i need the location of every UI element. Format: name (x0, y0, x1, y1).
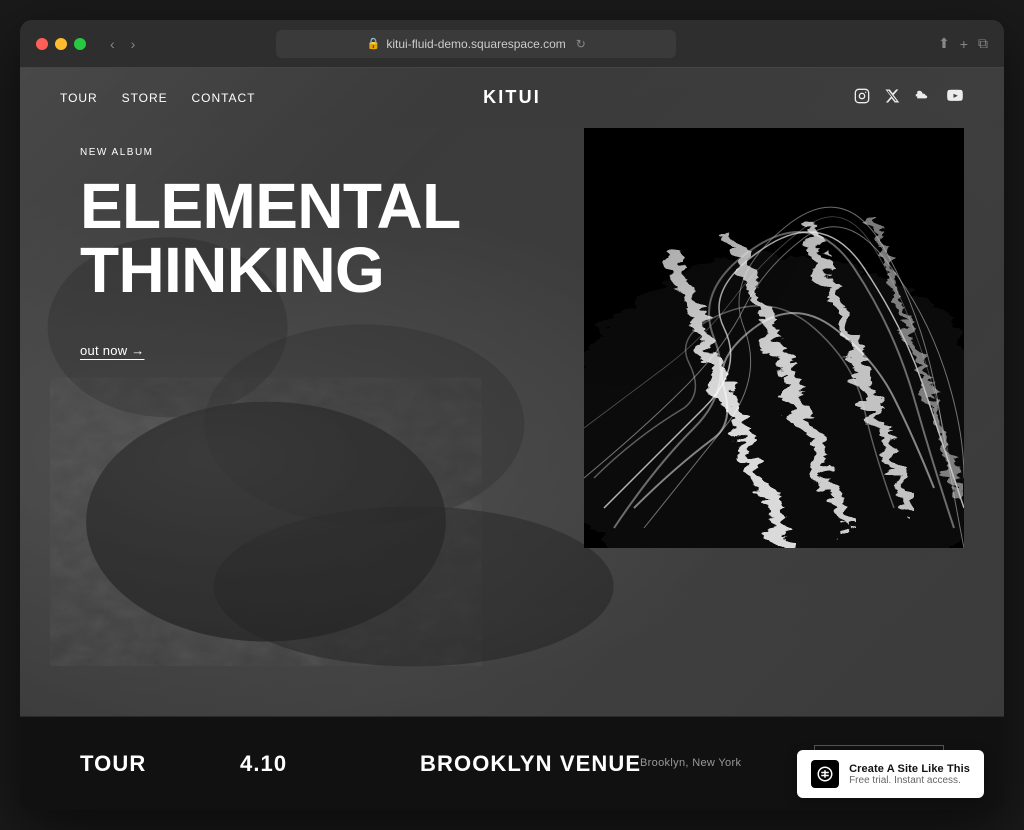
nav-right (854, 88, 964, 107)
website-content: TOUR STORE CONTACT KITUI (20, 68, 1004, 810)
hero-title-line2: THINKING (80, 234, 384, 306)
back-button[interactable]: ‹ (106, 34, 119, 54)
browser-controls: ‹ › (106, 34, 139, 54)
album-art-inner (584, 128, 964, 548)
browser-actions: ⬆ + ⧉ (938, 35, 988, 52)
nav-left: TOUR STORE CONTACT (60, 91, 255, 105)
address-bar[interactable]: 🔒 kitui-fluid-demo.squarespace.com ↻ (276, 30, 676, 58)
tour-venue: BROOKLYN VENUE (420, 751, 641, 776)
hero-title-line1: ELEMENTAL (80, 170, 461, 242)
soundcloud-icon[interactable] (914, 88, 932, 107)
squarespace-banner[interactable]: Create A Site Like This Free trial. Inst… (797, 750, 984, 798)
youtube-icon[interactable] (946, 88, 964, 107)
windows-button[interactable]: ⧉ (978, 35, 988, 52)
squarespace-logo (811, 760, 839, 788)
twitter-icon[interactable] (884, 88, 900, 107)
squarespace-text: Create A Site Like This Free trial. Inst… (849, 763, 970, 786)
new-tab-button[interactable]: + (960, 36, 968, 52)
site-logo: KITUI (483, 87, 541, 107)
tour-date: 4.10 (240, 751, 340, 777)
forward-button[interactable]: › (127, 34, 140, 54)
instagram-icon[interactable] (854, 88, 870, 107)
browser-chrome: ‹ › 🔒 kitui-fluid-demo.squarespace.com ↻… (20, 20, 1004, 68)
refresh-icon[interactable]: ↻ (576, 37, 586, 51)
squarespace-cta-subtitle: Free trial. Instant access. (849, 775, 970, 786)
hero-title: ELEMENTAL THINKING (80, 174, 480, 302)
hero-section: TOUR STORE CONTACT KITUI (20, 68, 1004, 716)
tour-label: TOUR (80, 751, 200, 777)
out-now-link[interactable]: out now → (80, 343, 144, 358)
traffic-lights (36, 38, 86, 50)
squarespace-cta-title: Create A Site Like This (849, 763, 970, 775)
tour-section: TOUR 4.10 BROOKLYN VENUE Brooklyn, New Y… (20, 716, 1004, 810)
minimize-button[interactable] (55, 38, 67, 50)
browser-window: ‹ › 🔒 kitui-fluid-demo.squarespace.com ↻… (20, 20, 1004, 810)
album-art (584, 128, 964, 548)
nav-store[interactable]: STORE (122, 91, 168, 105)
url-text: kitui-fluid-demo.squarespace.com (386, 37, 565, 51)
share-button[interactable]: ⬆ (938, 35, 950, 52)
album-art-svg (584, 128, 964, 548)
album-art-container (584, 128, 964, 548)
lock-icon: 🔒 (367, 37, 381, 50)
tour-location: Brooklyn, New York (640, 757, 741, 769)
navigation: TOUR STORE CONTACT KITUI (20, 68, 1004, 127)
fullscreen-button[interactable] (74, 38, 86, 50)
nav-center: KITUI (483, 87, 541, 108)
close-button[interactable] (36, 38, 48, 50)
tour-venue-container: BROOKLYN VENUE Brooklyn, New York (380, 751, 814, 777)
nav-tour[interactable]: TOUR (60, 91, 98, 105)
nav-contact[interactable]: CONTACT (192, 91, 256, 105)
